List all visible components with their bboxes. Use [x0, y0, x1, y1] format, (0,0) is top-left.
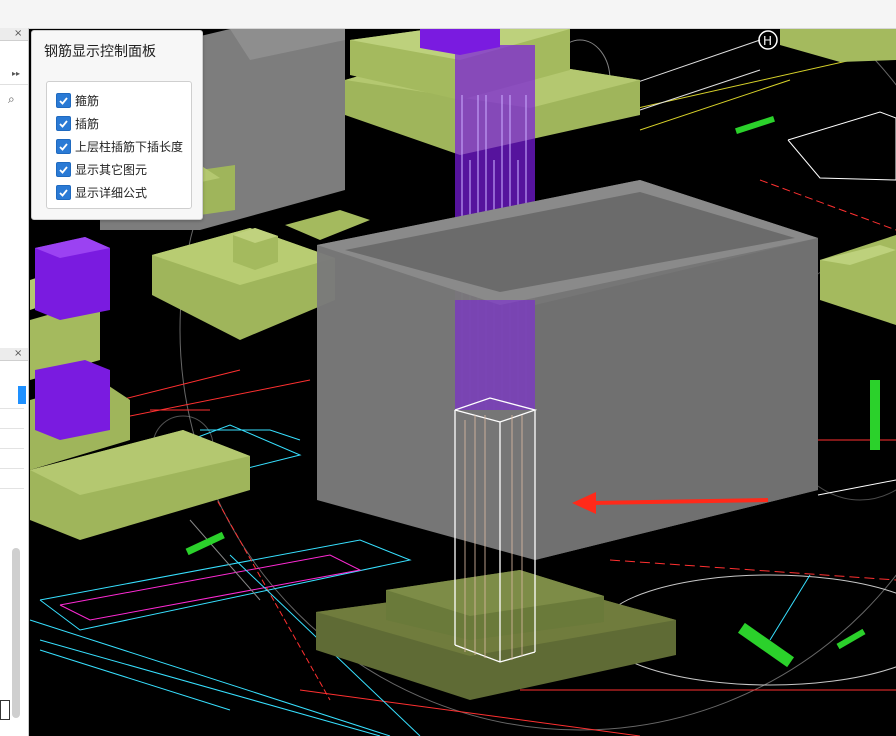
- search-icon[interactable]: ⌕: [8, 93, 15, 105]
- option-label: 插筋: [75, 116, 100, 131]
- expand-arrows-icon[interactable]: ▸▸: [12, 69, 20, 79]
- checkbox-checked-icon[interactable]: [56, 138, 71, 154]
- option-show-other-elements[interactable]: 显示其它图元: [56, 160, 147, 178]
- left-panel-search-row: ⌕: [0, 90, 28, 110]
- left-panel-header-2: ×: [0, 348, 28, 361]
- option-show-detailed-formula[interactable]: 显示详细公式: [56, 183, 147, 201]
- top-toolbar: [0, 0, 896, 29]
- scrollbar-thumb[interactable]: [12, 548, 20, 718]
- left-side-panel: × ▸▸ ⌕ ×: [0, 28, 29, 736]
- rebar-display-control-panel: 钢筋显示控制面板 箍筋 插筋 上层柱插筋下插长度 显示其它图元 显示详细公式: [31, 30, 203, 220]
- row-divider: [0, 468, 24, 469]
- left-panel-header: ×: [0, 28, 28, 41]
- option-label: 箍筋: [75, 93, 100, 108]
- close-icon[interactable]: ×: [14, 29, 22, 39]
- option-upper-column-dowel-length[interactable]: 上层柱插筋下插长度: [56, 137, 183, 155]
- lower-pad: [316, 570, 676, 700]
- left-panel-nav-row: ▸▸: [0, 64, 28, 85]
- checkbox-checked-icon[interactable]: [56, 184, 71, 200]
- option-label: 显示详细公式: [75, 185, 148, 200]
- checkbox-checked-icon[interactable]: [56, 92, 71, 108]
- gray-foundation-box: [317, 180, 818, 560]
- row-divider: [0, 488, 24, 489]
- option-stirrup[interactable]: 箍筋: [56, 91, 99, 109]
- row-divider: [0, 408, 24, 409]
- option-dowel-bar[interactable]: 插筋: [56, 114, 99, 132]
- panel-title: 钢筋显示控制面板: [44, 44, 156, 60]
- option-label: 上层柱插筋下插长度: [75, 139, 184, 154]
- svg-text:H: H: [763, 34, 772, 48]
- checkbox-checked-icon[interactable]: [56, 115, 71, 131]
- input-box[interactable]: [0, 700, 10, 720]
- h-marker-icon: H: [758, 30, 778, 50]
- close-icon-2[interactable]: ×: [14, 349, 22, 359]
- options-group: 箍筋 插筋 上层柱插筋下插长度 显示其它图元 显示详细公式: [46, 81, 192, 209]
- row-divider: [0, 428, 24, 429]
- row-divider: [0, 448, 24, 449]
- selected-row-marker[interactable]: [18, 386, 26, 404]
- option-label: 显示其它图元: [75, 162, 148, 177]
- checkbox-checked-icon[interactable]: [56, 161, 71, 177]
